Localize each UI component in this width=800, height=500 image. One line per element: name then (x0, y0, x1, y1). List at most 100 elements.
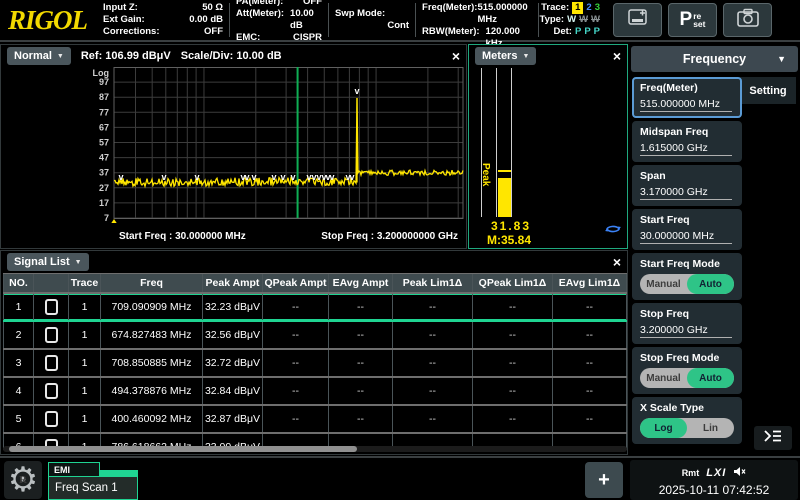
svg-text:7: 7 (104, 213, 109, 223)
col-eavg-lim: EAvg Lim1Δ (553, 274, 627, 292)
stop-freq-mode-toggle[interactable]: Manual Auto (640, 368, 734, 388)
type-label: Type: (539, 14, 564, 26)
svg-text:27: 27 (99, 183, 109, 193)
toggle-lin[interactable]: Lin (687, 418, 734, 438)
toggle-auto[interactable]: Auto (687, 274, 734, 294)
scrollbar-thumb[interactable] (9, 446, 357, 452)
peak-meter-label: Peak (480, 163, 491, 186)
x-scale-type-toggle[interactable]: Log Lin (640, 418, 734, 438)
signal-list-window: Signal List ▼ × NO. Trace Freq Peak Ampt… (0, 250, 628, 455)
cell-peak: 32.87 dBμV (203, 406, 263, 432)
toggle-manual[interactable]: Manual (640, 368, 687, 388)
menu-expand-button[interactable] (754, 426, 792, 450)
trace-1-badge[interactable]: 1 (572, 2, 583, 14)
meters-title: Meters (482, 50, 517, 62)
menu-item-span[interactable]: Span 3.170000 GHz (632, 165, 742, 206)
plus-icon: + (598, 469, 610, 492)
system-menu-button[interactable]: ⚙ R (4, 461, 42, 499)
trace-3-badge[interactable]: 3 (595, 2, 600, 14)
peak-marker: v (280, 172, 285, 182)
cell-trace: 1 (69, 378, 101, 404)
cell-elim: -- (553, 378, 627, 404)
checkbox-cell (34, 322, 69, 348)
span-field[interactable]: 3.170000 GHz (640, 186, 732, 200)
close-icon[interactable]: × (613, 255, 621, 269)
menu-item-stop-freq[interactable]: Stop Freq 3.200000 GHz (632, 303, 742, 344)
freq-meter-field[interactable]: 515.000000 MHz (640, 98, 732, 112)
cell-trace: 1 (69, 350, 101, 376)
add-view-button[interactable] (613, 3, 662, 37)
start-freq-mode-toggle[interactable]: Manual Auto (640, 274, 734, 294)
screenshot-button[interactable] (723, 3, 772, 37)
cell-qlim: -- (473, 378, 553, 404)
table-row[interactable]: 21674.827483 MHz32.56 dBμV---------- (3, 322, 627, 350)
system-status-box[interactable]: Rmt LXI 2025-10-11 07:42:52 (630, 460, 798, 500)
preset-button[interactable]: P re set (668, 3, 717, 37)
cell-freq: 400.460092 MHz (101, 406, 203, 432)
toggle-log[interactable]: Log (640, 418, 687, 438)
close-icon[interactable]: × (452, 49, 460, 63)
cell-qpeak: -- (263, 378, 329, 404)
cell-eavg: -- (329, 322, 393, 348)
cell-no: 4 (3, 378, 34, 404)
signal-list-dropdown[interactable]: Signal List ▼ (7, 253, 89, 271)
cell-qlim: -- (473, 322, 553, 348)
remote-indicator: Rmt (682, 468, 700, 478)
trace-indicator-group[interactable]: Trace: 1 2 3 Type: W W W Det: P P P (539, 2, 605, 38)
row-checkbox[interactable] (45, 383, 58, 399)
toggle-manual[interactable]: Manual (640, 274, 687, 294)
peak-marker: v (161, 172, 166, 182)
signal-list-header: Signal List ▼ × (1, 251, 627, 273)
trace-mode-value: Normal (14, 50, 52, 62)
cell-peak: 32.72 dBμV (203, 350, 263, 376)
datetime-readout: 2025-10-11 07:42:52 (659, 483, 770, 497)
pa-meter-label: PA(Meter): (236, 0, 283, 8)
row-checkbox[interactable] (45, 355, 58, 371)
menu-item-midspan-freq[interactable]: Midspan Freq 1.615000 GHz (632, 121, 742, 162)
start-freq-readout: Start Freq : 30.000000 MHz (119, 231, 246, 242)
swp-mode-label: Swp Mode: (335, 8, 385, 20)
meters-dropdown[interactable]: Meters ▼ (475, 47, 536, 65)
row-checkbox[interactable] (45, 411, 58, 427)
stop-freq-field[interactable]: 3.200000 GHz (640, 324, 732, 338)
table-row[interactable]: 31708.850885 MHz32.72 dBμV---------- (3, 350, 627, 378)
menu-title-dropdown[interactable]: Frequency ▼ (631, 46, 798, 72)
start-freq-field[interactable]: 30.000000 MHz (640, 230, 732, 244)
meter-refresh-icon[interactable] (605, 221, 621, 239)
toggle-auto[interactable]: Auto (687, 368, 734, 388)
spectrum-window-header: Normal ▼ Ref: 106.99 dBμV Scale/Div: 10.… (1, 45, 466, 67)
col-eavg-ampt: EAvg Ampt (329, 274, 393, 292)
menu-item-start-freq-mode: Start Freq Mode Manual Auto (632, 253, 742, 300)
tab-freq-scan-1[interactable]: Freq Scan 1 (48, 476, 138, 500)
pa-meter-value: OFF (303, 0, 322, 8)
mode-tab-emi[interactable]: EMI Freq Scan 1 (48, 462, 138, 500)
menu-expand-icon (762, 429, 784, 448)
table-row[interactable]: 11709.090909 MHz32.23 dBμV---------- (3, 294, 627, 322)
spectrum-plot[interactable]: 9787776757473727177Logvvvvvvvvvvvvvvvvvv (1, 67, 468, 223)
menu-item-start-freq[interactable]: Start Freq 30.000000 MHz (632, 209, 742, 250)
tab-setting[interactable]: Setting (740, 77, 796, 104)
peak-marker: v (349, 172, 354, 182)
table-row[interactable]: 51400.460092 MHz32.87 dBμV---------- (3, 406, 627, 434)
trace-2-badge[interactable]: 2 (586, 2, 591, 14)
menu-item-freq-meter[interactable]: Freq(Meter) 515.000000 MHz (632, 77, 742, 118)
camera-icon (735, 7, 761, 34)
row-checkbox[interactable] (45, 299, 58, 315)
menu-item-x-scale-type: X Scale Type Log Lin (632, 397, 742, 444)
close-icon[interactable]: × (613, 49, 621, 63)
cell-plim: -- (393, 322, 473, 348)
trace-mode-dropdown[interactable]: Normal ▼ (7, 47, 71, 65)
cell-freq: 674.827483 MHz (101, 322, 203, 348)
add-tab-button[interactable]: + (585, 462, 623, 498)
trace-3-det: P (594, 26, 600, 38)
midspan-freq-field[interactable]: 1.615000 GHz (640, 142, 732, 156)
horizontal-scrollbar[interactable] (3, 446, 627, 452)
table-row[interactable]: 41494.378876 MHz32.84 dBμV---------- (3, 378, 627, 406)
col-qpeak-lim: QPeak Lim1Δ (473, 274, 553, 292)
stop-freq-readout: Stop Freq : 3.200000000 GHz (321, 231, 458, 242)
row-checkbox[interactable] (45, 327, 58, 343)
svg-text:77: 77 (99, 107, 109, 117)
meter-axis-line (481, 68, 482, 217)
emc-label: EMC: (236, 32, 260, 44)
cell-plim: -- (393, 294, 473, 320)
